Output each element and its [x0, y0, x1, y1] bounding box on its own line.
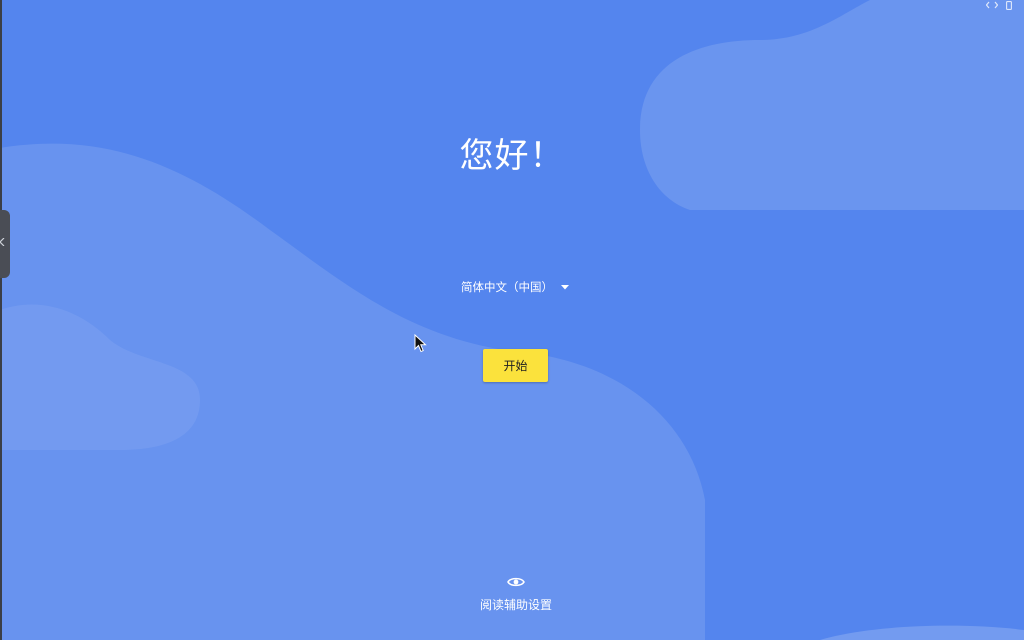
chevron-left-icon [0, 238, 5, 246]
language-select[interactable]: 简体中文（中国） [461, 278, 569, 296]
wave-bottom-right [820, 625, 1024, 640]
language-select-value: 简体中文（中国） [461, 280, 553, 294]
accessibility-settings[interactable]: 阅读辅助设置 [462, 576, 570, 613]
resize-arrows-icon[interactable] [986, 1, 998, 9]
background-waves [0, 0, 1024, 640]
accessibility-settings-label: 阅读辅助设置 [479, 598, 552, 612]
mouse-cursor-icon [414, 334, 427, 353]
phone-icon[interactable] [1006, 0, 1012, 10]
wave-top-right [640, 0, 1024, 210]
eye-icon [507, 577, 525, 587]
side-panel-handle[interactable] [0, 210, 10, 278]
top-right-status [986, 0, 1012, 10]
welcome-greeting: 您好！ [459, 136, 565, 176]
window-left-edge [0, 0, 2, 640]
dropdown-caret-icon [561, 284, 569, 289]
start-button[interactable]: 开始 [483, 349, 548, 382]
